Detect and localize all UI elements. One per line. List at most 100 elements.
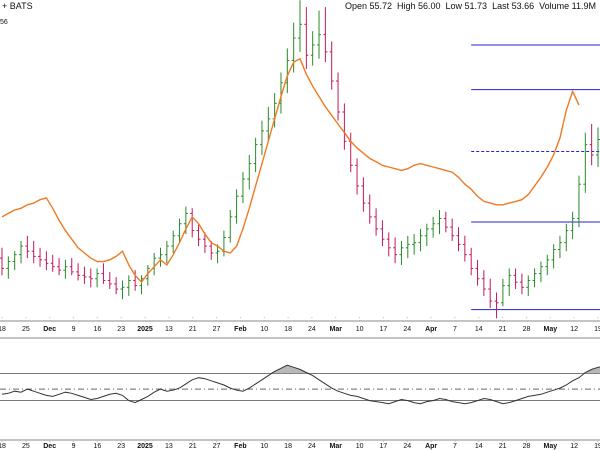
ohlc-bar	[114, 277, 119, 295]
ohlc-bar	[431, 216, 436, 238]
ohlc-bar	[424, 223, 429, 247]
x-tick-label: 10	[356, 326, 364, 333]
ohlc-bar	[139, 275, 144, 295]
ohlc-bar	[538, 261, 543, 283]
indicator-panel	[0, 337, 600, 441]
ohlc-bar	[494, 292, 499, 319]
x-tick-label: 2025	[137, 326, 153, 333]
ohlc-bar	[507, 268, 512, 296]
ohlc-bar	[405, 235, 410, 259]
x-tick-label: 13	[165, 443, 173, 450]
x-tick-label: 21	[499, 443, 507, 450]
x-tick-label: 21	[499, 326, 507, 333]
ohlc-bar	[12, 251, 17, 271]
ohlc-bar	[589, 124, 594, 166]
moving-average-line	[1, 57, 580, 284]
ohlc-bar	[19, 240, 24, 264]
x-tick-label: 24	[308, 326, 316, 333]
ohlc-bar	[545, 254, 550, 276]
ohlc-item: Last 53.66	[492, 1, 535, 11]
ohlc-bar	[488, 278, 493, 308]
y-tag: 56	[0, 19, 8, 26]
x-tick-label: 17	[380, 326, 388, 333]
x-tick-label: 18	[0, 326, 6, 333]
ohlc-bar	[69, 258, 74, 276]
ohlc-bar	[450, 218, 455, 241]
x-tick-label: 17	[380, 443, 388, 450]
ohlc-bar	[304, 7, 309, 70]
x-tick-label: 7	[453, 326, 457, 333]
x-tick-label: 25	[22, 443, 30, 450]
ohlc-bar	[190, 208, 195, 238]
symbol-label: + BATS	[2, 1, 33, 11]
x-tick-label: 23	[117, 443, 125, 450]
ohlc-bar	[57, 258, 62, 276]
x-tick-label: 24	[403, 326, 411, 333]
x-tick-label: 18	[0, 443, 6, 450]
indicator-x-axis: 18 25 Dec 9 16 23 2025 13 21 27 Feb 10 18 24 Mar 10 17 24…	[0, 441, 600, 450]
x-tick-label: Dec	[43, 443, 56, 450]
ohlc-bar	[240, 172, 245, 204]
x-tick-label: 10	[260, 326, 268, 333]
x-tick-label: 23	[117, 326, 125, 333]
ohlc-bar	[247, 154, 252, 190]
ohlc-bar	[164, 240, 169, 264]
ohlc-bar	[171, 230, 176, 253]
ohlc-bar	[310, 31, 315, 66]
ohlc-bar	[6, 256, 11, 279]
ohlc-bar	[101, 263, 106, 284]
price-panel	[0, 0, 600, 322]
ohlc-bar	[126, 275, 131, 296]
x-tick-label: 24	[308, 443, 316, 450]
x-tick-label: May	[544, 443, 558, 450]
x-tick-label: 2025	[137, 443, 153, 450]
ohlc-item: High 56.00	[396, 1, 441, 11]
x-tick-label: Feb	[234, 326, 246, 333]
price-x-axis: 18 25 Dec 9 16 23 2025 13 21 27 Feb 10 18 24 Mar 10 17 24…	[0, 317, 600, 333]
ohlc-bar	[481, 270, 486, 296]
ohlc-bar	[355, 158, 360, 195]
ohlc-item: Volume 11.9M	[539, 1, 596, 11]
ohlc-bar	[298, 0, 302, 52]
ohlc-bar	[107, 271, 112, 290]
x-tick-label: 27	[213, 326, 221, 333]
ohlc-bar	[462, 235, 467, 262]
ohlc-bar	[152, 252, 157, 276]
ohlc-bar	[38, 247, 43, 267]
ohlc-bar	[551, 244, 556, 269]
ohlc-bar	[234, 189, 239, 224]
ohlc-bar	[88, 268, 93, 288]
ohlc-bar	[342, 103, 347, 150]
ohlc-bar	[519, 273, 524, 295]
ohlc-bar	[532, 268, 537, 288]
x-tick-label: 28	[523, 326, 531, 333]
ohlc-bar	[500, 278, 505, 307]
x-tick-label: Dec	[43, 326, 56, 333]
ohlc-bar	[380, 220, 385, 247]
ohlc-bar	[596, 127, 600, 167]
x-tick-label: 9	[72, 443, 76, 450]
ohlc-bar	[76, 263, 81, 281]
x-tick-label: 21	[189, 443, 197, 450]
x-tick-label: 14	[475, 326, 483, 333]
x-tick-label: 21	[189, 326, 197, 333]
ohlc-item: Low 51.73	[445, 1, 488, 11]
x-tick-label: 16	[93, 443, 101, 450]
ohlc-bar	[386, 232, 391, 257]
x-tick-label: Feb	[234, 443, 246, 450]
ohlc-item: Open 55.72	[344, 1, 392, 11]
ohlc-bar	[50, 254, 55, 272]
ohlc-bar	[437, 209, 442, 235]
ohlc-bar	[285, 48, 290, 94]
ohlc-bar	[374, 208, 379, 236]
ohlc-bar	[399, 240, 404, 265]
ohlc-bar	[570, 211, 575, 240]
ohlc-bar	[456, 227, 461, 252]
x-tick-label: Apr	[425, 443, 437, 450]
x-tick-label: 14	[475, 443, 483, 450]
x-tick-label: 9	[72, 326, 76, 333]
x-tick-label: Mar	[330, 443, 343, 450]
x-tick-label: 18	[284, 326, 292, 333]
ohlc-bar	[82, 266, 87, 284]
ohlc-bar	[393, 237, 398, 264]
